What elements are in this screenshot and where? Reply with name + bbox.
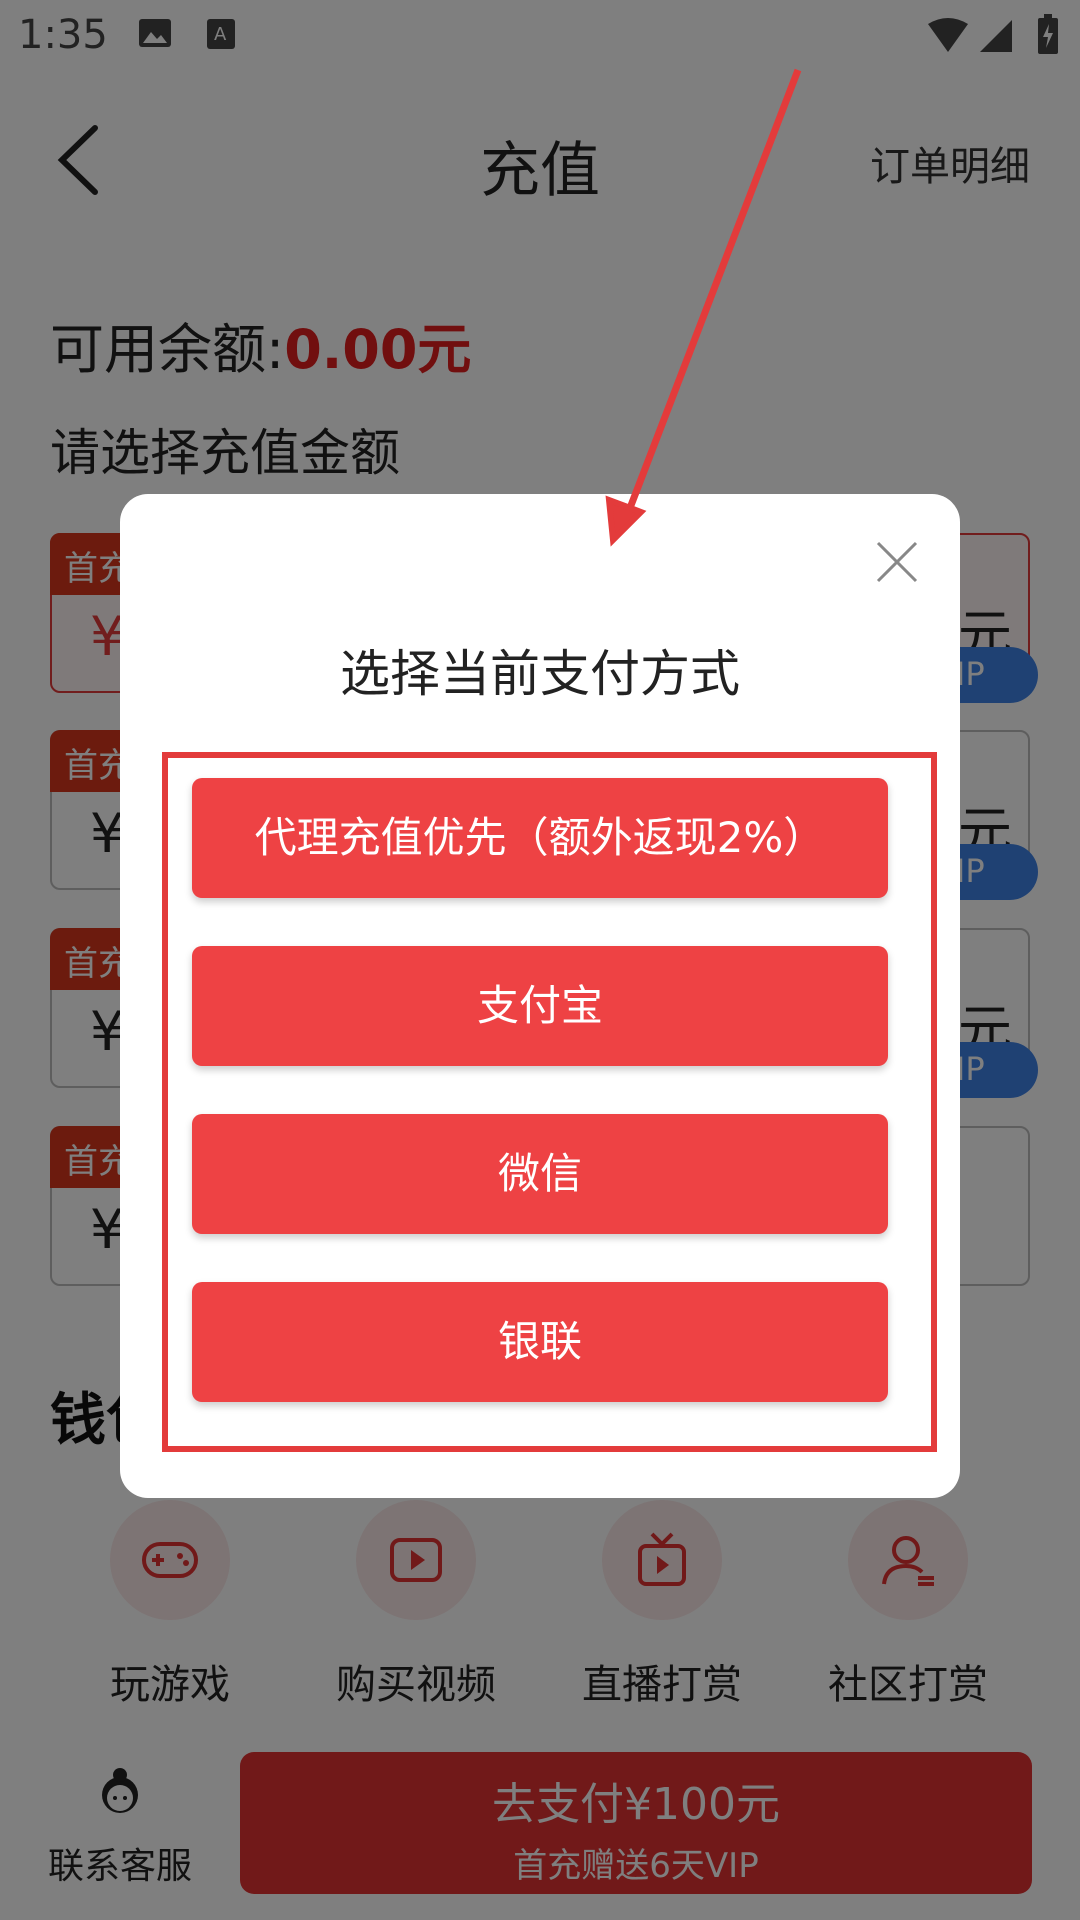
agent-recharge-button[interactable]: 代理充值优先（额外返现2%） (192, 778, 888, 898)
dialog-title: 选择当前支付方式 (340, 645, 740, 703)
unionpay-button[interactable]: 银联 (192, 1282, 888, 1402)
wechat-pay-button[interactable]: 微信 (192, 1114, 888, 1234)
close-icon[interactable] (874, 539, 920, 585)
payment-method-dialog: 选择当前支付方式 代理充值优先（额外返现2%） 支付宝 微信 银联 (120, 494, 960, 1498)
alipay-button[interactable]: 支付宝 (192, 946, 888, 1066)
